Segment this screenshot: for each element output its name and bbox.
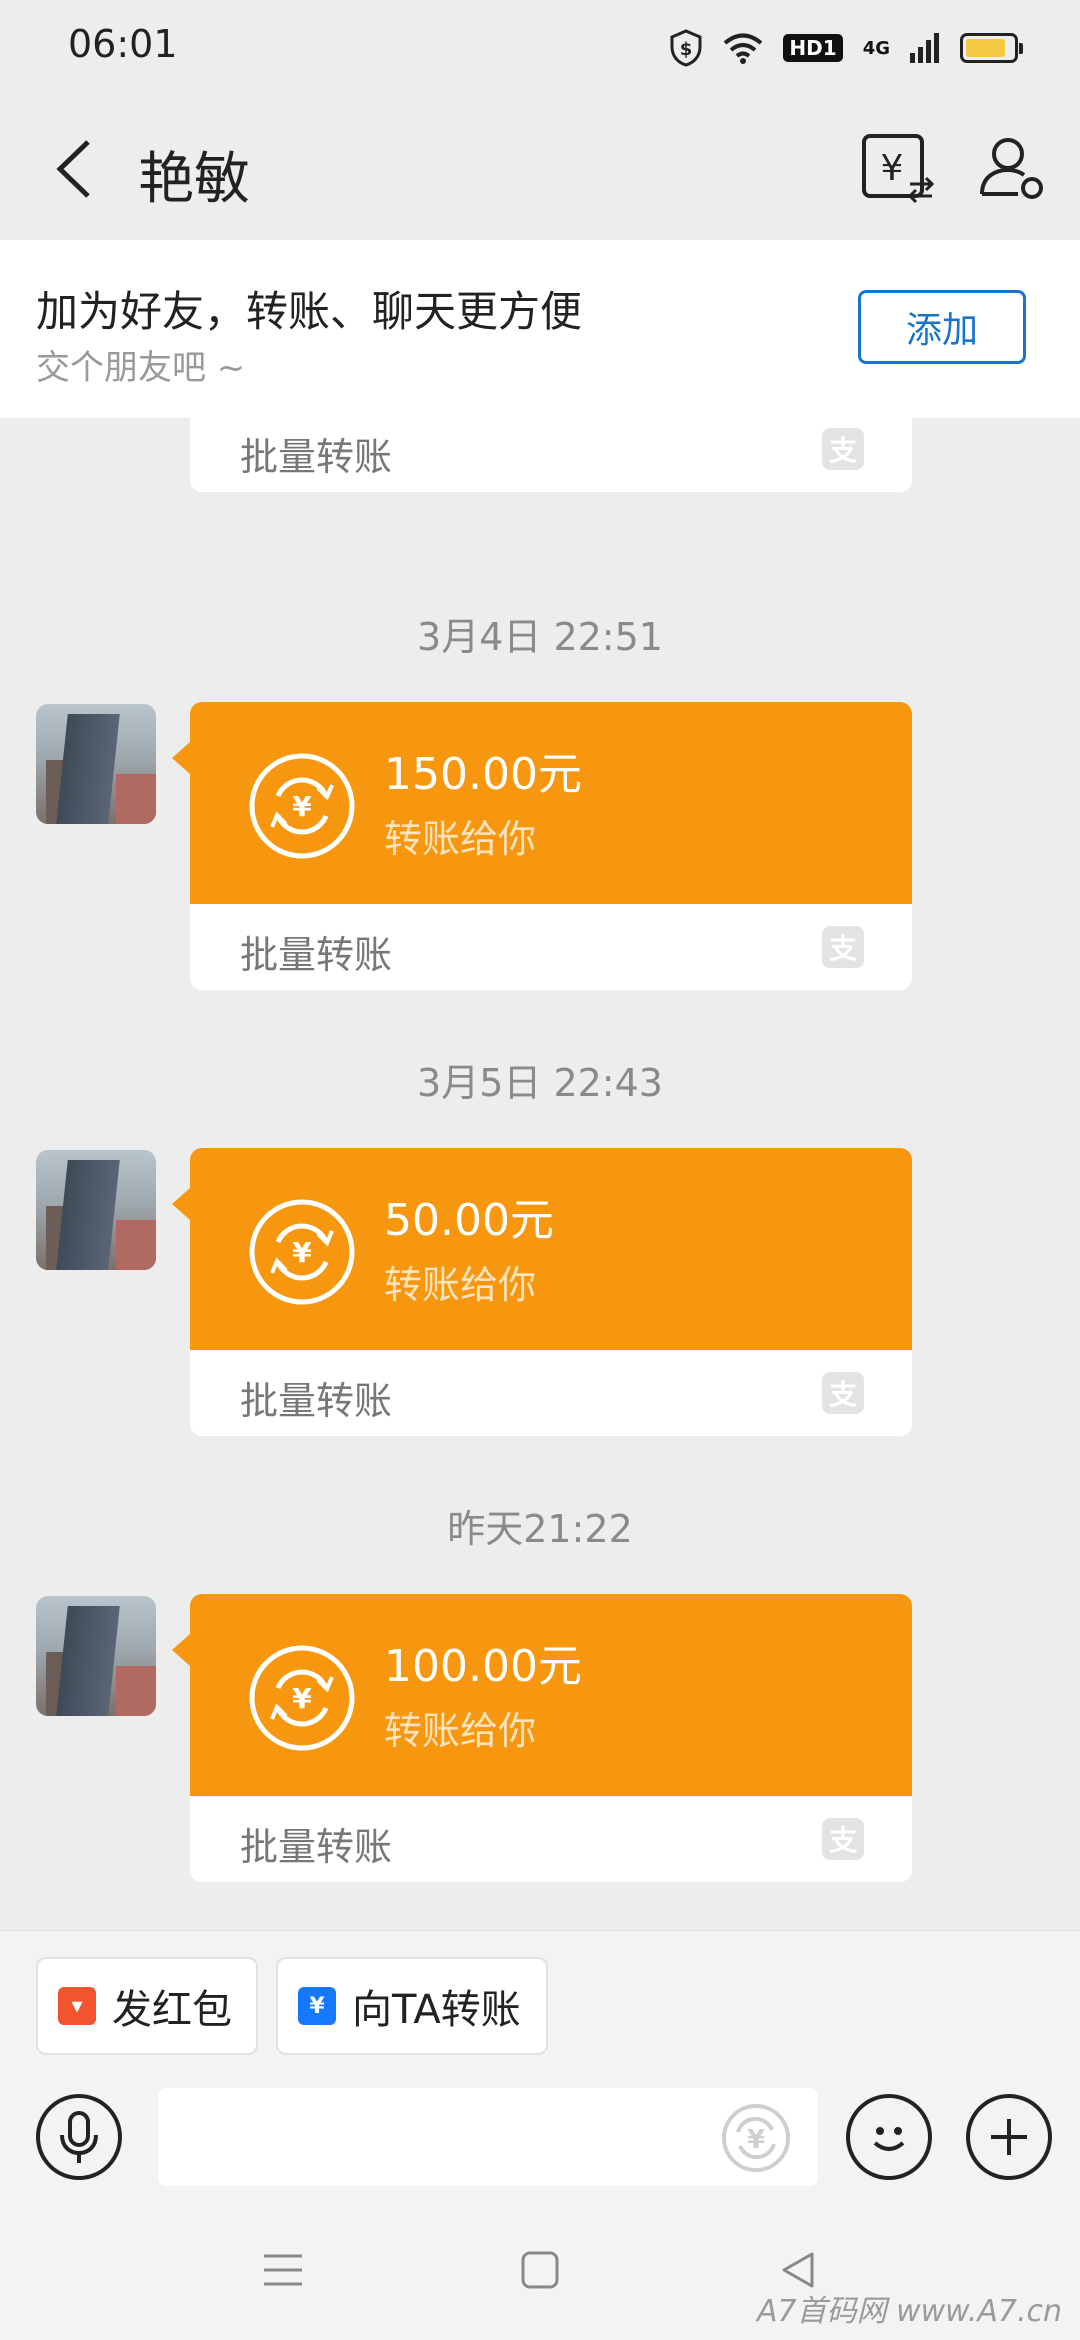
alipay-icon: 支: [822, 1372, 864, 1414]
hd-icon: HD1: [783, 34, 843, 62]
avatar[interactable]: [36, 704, 156, 824]
network-type: 4G: [862, 37, 890, 59]
system-nav-bar: A7首码网 www.A7.cn: [0, 2208, 1080, 2340]
emoji-icon[interactable]: [846, 2094, 932, 2180]
shortcut-bar: ▾ 发红包 ¥ 向TA转账: [0, 1930, 1080, 2080]
svg-text:¥: ¥: [292, 790, 312, 823]
back-triangle-icon[interactable]: [778, 2250, 818, 2290]
chat-messages: 批量转账 支 3月4日 22:51 ¥ 150.00元 转账给你 批量转账 支 …: [0, 418, 1080, 1930]
status-icons: $ HD1 4G: [669, 28, 1023, 68]
card-footer-label: 批量转账: [240, 1825, 393, 1869]
message-timestamp: 昨天21:22: [447, 1507, 633, 1551]
transfer-card[interactable]: ¥ 100.00元 转账给你 批量转账 支: [190, 1594, 912, 1882]
svg-text:¥: ¥: [292, 1236, 312, 1269]
menu-icon[interactable]: [262, 2250, 304, 2290]
transfer-card-partial[interactable]: 批量转账 支: [190, 418, 912, 492]
banner-sub-text: 交个朋友吧 ~: [36, 348, 246, 388]
red-packet-icon: ▾: [58, 1987, 96, 2025]
alipay-icon: 支: [822, 1818, 864, 1860]
transfer-coin-icon: ¥: [249, 1199, 355, 1305]
svg-text:¥: ¥: [747, 2125, 765, 2155]
status-bar: 06:01 $ HD1 4G: [0, 0, 1080, 100]
battery-icon: [960, 33, 1023, 63]
add-friend-banner: 加为好友，转账、聊天更方便 交个朋友吧 ~ 添加: [0, 240, 1080, 418]
transfer-record-icon[interactable]: ¥: [858, 128, 938, 208]
transfer-coin-icon: ¥: [249, 753, 355, 859]
transfer-description: 转账给你: [384, 817, 537, 861]
transfer-coin-icon: ¥: [249, 1645, 355, 1751]
alipay-icon: 支: [822, 926, 864, 968]
send-red-packet-button[interactable]: ▾ 发红包: [36, 1957, 258, 2055]
microphone-icon[interactable]: [36, 2094, 122, 2180]
message-input[interactable]: ¥: [158, 2088, 818, 2186]
message-timestamp: 3月4日 22:51: [417, 615, 663, 659]
page-title: 艳敏: [138, 147, 250, 212]
transfer-description: 转账给你: [384, 1709, 537, 1753]
signal-icon: [910, 33, 939, 63]
back-arrow-icon[interactable]: [48, 134, 108, 204]
avatar[interactable]: [36, 1150, 156, 1270]
watermark: A7首码网 www.A7.cn: [756, 2294, 1062, 2329]
transfer-card[interactable]: ¥ 50.00元 转账给你 批量转账 支: [190, 1148, 912, 1436]
shield-s-icon: $: [670, 29, 702, 67]
message-timestamp: 3月5日 22:43: [417, 1061, 663, 1105]
svg-text:¥: ¥: [292, 1682, 312, 1715]
yen-transfer-icon[interactable]: ¥: [720, 2102, 792, 2174]
transfer-to-ta-button[interactable]: ¥ 向TA转账: [276, 1957, 548, 2055]
banner-main-text: 加为好友，转账、聊天更方便: [36, 287, 583, 336]
svg-text:¥: ¥: [881, 148, 904, 189]
home-square-icon[interactable]: [520, 2250, 560, 2290]
profile-settings-icon[interactable]: [972, 128, 1052, 208]
status-time: 06:01: [68, 22, 178, 66]
transfer-card[interactable]: ¥ 150.00元 转账给你 批量转账 支: [190, 702, 912, 990]
wifi-icon: [724, 33, 763, 64]
red-packet-label: 发红包: [112, 1987, 232, 2033]
card-footer-label: 批量转账: [240, 435, 393, 479]
input-bar: ¥: [0, 2080, 1080, 2208]
avatar[interactable]: [36, 1596, 156, 1716]
plus-icon[interactable]: [966, 2094, 1052, 2180]
transfer-amount: 150.00元: [384, 749, 582, 800]
add-friend-button[interactable]: 添加: [858, 290, 1026, 364]
chat-header: 艳敏 ¥: [0, 100, 1080, 240]
transfer-label: 向TA转账: [352, 1987, 521, 2033]
card-footer-label: 批量转账: [240, 1379, 393, 1423]
transfer-description: 转账给你: [384, 1263, 537, 1307]
transfer-amount: 100.00元: [384, 1641, 582, 1692]
transfer-amount: 50.00元: [384, 1195, 554, 1246]
transfer-yen-icon: ¥: [298, 1987, 336, 2025]
card-footer-label: 批量转账: [240, 933, 393, 977]
svg-text:$: $: [680, 39, 693, 60]
alipay-icon: 支: [822, 428, 864, 470]
